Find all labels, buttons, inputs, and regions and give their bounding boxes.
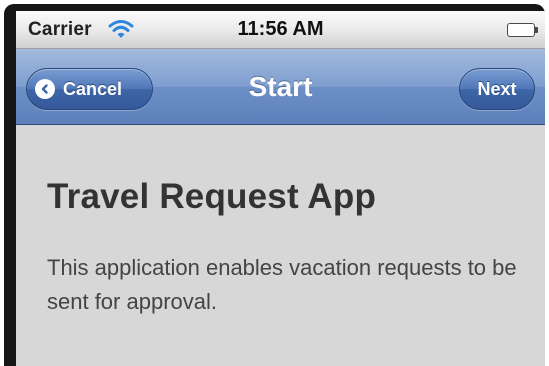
navigation-bar: Cancel Start Next — [16, 49, 545, 125]
next-button-label: Next — [477, 78, 517, 99]
status-bar: Carrier 11:56 AM — [16, 11, 545, 49]
content-area: Travel Request App This application enab… — [16, 125, 545, 366]
status-time: 11:56 AM — [237, 18, 324, 40]
phone-frame: Carrier 11:56 AM Cancel Start Next Trave… — [4, 4, 545, 366]
phone-screen: Carrier 11:56 AM Cancel Start Next Trave… — [16, 11, 545, 366]
page-description: This application enables vacation reques… — [47, 255, 517, 314]
page-heading: Travel Request App — [47, 177, 377, 216]
battery-icon — [507, 23, 539, 37]
next-button[interactable]: Next — [459, 68, 535, 110]
